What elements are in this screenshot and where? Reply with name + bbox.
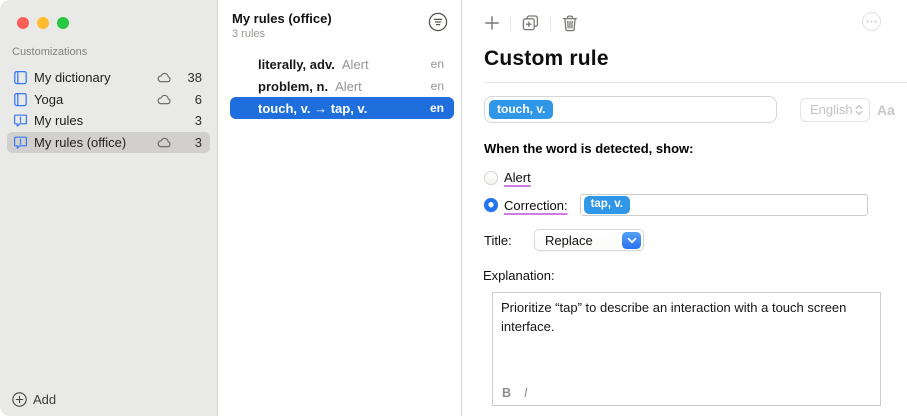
alert-radio-label[interactable]: Alert xyxy=(504,170,531,185)
rule-row-touch-selected[interactable]: touch, v. → tap, v. en xyxy=(230,97,454,119)
filter-button[interactable] xyxy=(428,12,448,32)
detect-heading: When the word is detected, show: xyxy=(484,141,907,156)
sidebar: Customizations My dictionary 38 Yoga 6 xyxy=(0,0,218,416)
title-field-label: Title: xyxy=(484,233,534,248)
rules-bubble-icon xyxy=(12,134,28,150)
more-options-button[interactable] xyxy=(862,12,881,31)
add-button-label: Add xyxy=(33,392,56,407)
explanation-label: Explanation: xyxy=(483,268,907,283)
rule-language-badge: en xyxy=(431,57,444,71)
language-select[interactable]: English xyxy=(800,98,870,122)
sidebar-item-my-rules-office[interactable]: My rules (office) 3 xyxy=(7,132,210,154)
divider xyxy=(484,82,907,83)
page-title: Custom rule xyxy=(484,47,907,71)
cloud-icon xyxy=(156,72,172,83)
app-window: Customizations My dictionary 38 Yoga 6 xyxy=(0,0,907,416)
rule-word: literally, adv. xyxy=(258,57,335,72)
case-sensitivity-toggle[interactable]: Aa xyxy=(877,102,895,118)
rule-word: problem, n. xyxy=(258,79,328,94)
correction-input[interactable]: tap, v. xyxy=(580,194,868,216)
plus-icon xyxy=(484,15,500,31)
rule-word: touch, v. → tap, v. xyxy=(258,101,367,116)
format-bar: B I xyxy=(502,386,528,400)
sidebar-item-yoga[interactable]: Yoga 6 xyxy=(7,89,210,111)
rules-bubble-icon xyxy=(12,113,28,129)
cloud-icon xyxy=(156,94,172,105)
plus-circle-icon xyxy=(12,392,27,407)
sidebar-item-label: My dictionary xyxy=(34,70,156,85)
item-count: 38 xyxy=(182,70,202,85)
duplicate-rule-button[interactable] xyxy=(521,14,540,33)
zoom-window-button[interactable] xyxy=(57,17,69,29)
sidebar-item-label: My rules (office) xyxy=(34,135,156,150)
chevron-updown-icon xyxy=(855,104,863,116)
item-count: 3 xyxy=(182,113,202,128)
correction-option-row: Correction: tap, v. xyxy=(484,194,907,216)
trash-icon xyxy=(561,14,579,33)
add-rule-button[interactable] xyxy=(484,15,500,31)
rule-action: Alert xyxy=(335,79,362,94)
filter-lines-circle-icon xyxy=(428,12,448,32)
toolbar-separator xyxy=(550,16,551,31)
rule-list-header: My rules (office) 3 rules xyxy=(218,0,461,40)
cloud-icon xyxy=(156,137,172,148)
ellipsis-icon xyxy=(866,20,877,23)
correction-radio[interactable] xyxy=(484,198,498,212)
word-input[interactable]: touch, v. xyxy=(484,96,777,123)
italic-button[interactable]: I xyxy=(524,386,527,400)
rule-rows: literally, adv. Alert en problem, n. Ale… xyxy=(218,53,461,119)
delete-rule-button[interactable] xyxy=(561,14,579,33)
rule-detail-panel: Custom rule touch, v. English Aa When th… xyxy=(462,0,907,416)
sidebar-item-label: My rules xyxy=(34,113,156,128)
bold-button[interactable]: B xyxy=(502,386,511,400)
minimize-window-button[interactable] xyxy=(37,17,49,29)
rule-row-literally[interactable]: literally, adv. Alert en xyxy=(230,53,454,75)
toolbar-separator xyxy=(510,16,511,31)
explanation-text: Prioritize “tap” to describe an interact… xyxy=(501,300,846,334)
duplicate-icon xyxy=(521,14,540,33)
sidebar-item-my-dictionary[interactable]: My dictionary 38 xyxy=(7,67,210,89)
add-customization-button[interactable]: Add xyxy=(12,392,56,407)
chevron-down-icon xyxy=(622,232,641,249)
explanation-textarea[interactable]: Prioritize “tap” to describe an interact… xyxy=(492,292,881,406)
rule-list-column: My rules (office) 3 rules literally, adv… xyxy=(218,0,462,416)
rule-list-subtitle: 3 rules xyxy=(232,28,449,40)
alert-radio[interactable] xyxy=(484,171,498,185)
language-value: English xyxy=(810,102,853,117)
rule-list-title: My rules (office) xyxy=(232,11,449,26)
item-count: 6 xyxy=(182,92,202,107)
sidebar-item-label: Yoga xyxy=(34,92,156,107)
close-window-button[interactable] xyxy=(17,17,29,29)
book-icon xyxy=(12,91,28,107)
sidebar-section-header: Customizations xyxy=(12,46,205,58)
correction-radio-label[interactable]: Correction: xyxy=(504,198,568,213)
rule-action: Alert xyxy=(342,57,369,72)
rule-language-badge: en xyxy=(430,101,444,115)
rule-language-badge: en xyxy=(431,79,444,93)
item-count: 3 xyxy=(182,135,202,150)
word-row: touch, v. English Aa xyxy=(484,96,907,123)
sidebar-item-my-rules[interactable]: My rules 3 xyxy=(7,110,210,132)
title-field-row: Title: Replace xyxy=(484,229,907,251)
title-popup-button[interactable]: Replace xyxy=(534,229,644,251)
alert-option-row: Alert xyxy=(484,170,907,185)
book-icon xyxy=(12,70,28,86)
detail-toolbar xyxy=(484,13,907,33)
word-token[interactable]: touch, v. xyxy=(489,100,553,119)
rule-row-problem[interactable]: problem, n. Alert en xyxy=(230,75,454,97)
correction-token[interactable]: tap, v. xyxy=(584,196,630,214)
window-controls xyxy=(17,17,69,29)
title-popup-value: Replace xyxy=(545,233,593,248)
